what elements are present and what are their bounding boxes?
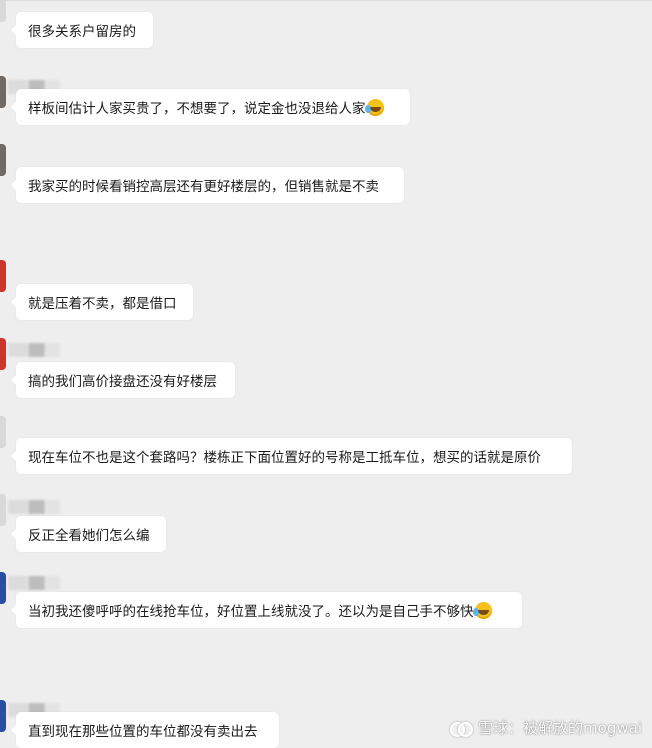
message-bubble[interactable]: 样板间估计人家买贵了，不想要了，说定金也没退给人家 xyxy=(11,89,410,125)
sender-avatar[interactable] xyxy=(0,572,6,604)
divider xyxy=(0,0,652,1)
sender-avatar[interactable] xyxy=(0,338,6,370)
message-text: 很多关系户留房的 xyxy=(28,24,136,40)
face-with-tears-of-joy-icon xyxy=(364,98,384,116)
message-text: 现在车位不也是这个套路吗？楼栋正下面位置好的号称是工抵车位，想买的话就是原价 xyxy=(28,450,541,466)
message-text: 就是压着不卖，都是借口 xyxy=(28,296,177,312)
message-text: 搞的我们高价接盘还没有好楼层 xyxy=(28,374,217,390)
message-bubble[interactable]: 现在车位不也是这个套路吗？楼栋正下面位置好的号称是工抵车位，想买的话就是原价 xyxy=(11,438,572,474)
sender-avatar[interactable] xyxy=(0,144,6,176)
xueqiu-logo-icon xyxy=(450,720,474,737)
sender-nickname-blurred xyxy=(8,343,60,357)
sender-nickname-blurred xyxy=(8,500,60,514)
message-bubble[interactable]: 就是压着不卖，都是借口 xyxy=(11,284,193,320)
message-text: 样板间估计人家买贵了，不想要了，说定金也没退给人家 xyxy=(28,101,366,117)
sender-avatar[interactable] xyxy=(0,76,6,108)
sender-avatar[interactable] xyxy=(0,0,6,22)
sender-avatar[interactable] xyxy=(0,416,6,448)
face-with-tears-of-joy-icon xyxy=(472,601,492,619)
message-bubble[interactable]: 搞的我们高价接盘还没有好楼层 xyxy=(11,362,235,398)
message-bubble[interactable]: 很多关系户留房的 xyxy=(11,12,153,48)
sender-avatar[interactable] xyxy=(0,700,6,732)
sender-avatar[interactable] xyxy=(0,260,6,292)
message-bubble[interactable]: 当初我还傻呼呼的在线抢车位，好位置上线就没了。还以为是自己手不够快 xyxy=(11,592,522,628)
watermark-text: 雪球：被解放的mogwai xyxy=(478,719,642,737)
message-bubble[interactable]: 直到现在那些位置的车位都没有卖出去 xyxy=(11,712,279,748)
message-text: 我家买的时候看销控高层还有更好楼层的，但销售就是不卖 xyxy=(28,179,379,195)
sender-avatar[interactable] xyxy=(0,494,6,526)
message-text: 反正全看她们怎么编 xyxy=(28,528,150,544)
message-bubble[interactable]: 反正全看她们怎么编 xyxy=(11,516,166,552)
message-text: 当初我还傻呼呼的在线抢车位，好位置上线就没了。还以为是自己手不够快 xyxy=(28,604,474,620)
sender-nickname-blurred xyxy=(8,576,60,590)
message-text: 直到现在那些位置的车位都没有卖出去 xyxy=(28,724,258,740)
xueqiu-watermark: 雪球：被解放的mogwai xyxy=(450,717,642,738)
message-bubble[interactable]: 我家买的时候看销控高层还有更好楼层的，但销售就是不卖 xyxy=(11,167,404,203)
chat-message-list[interactable]: 很多关系户留房的 样板间估计人家买贵了，不想要了，说定金也没退给人家 我家买的时… xyxy=(0,0,652,748)
